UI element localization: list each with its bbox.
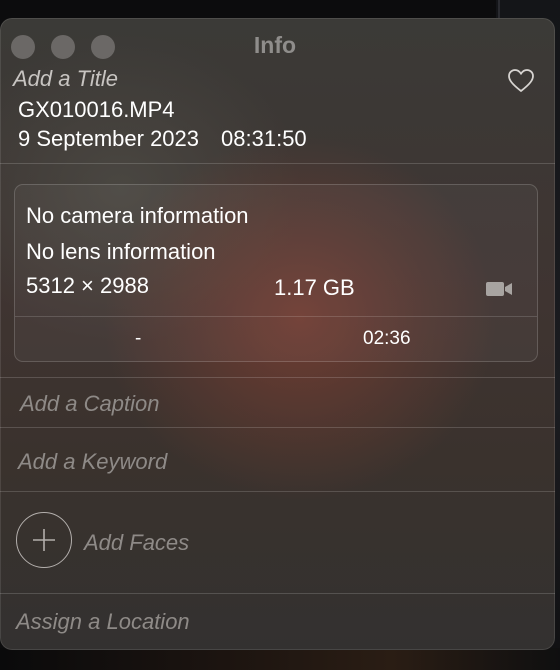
- divider: [0, 593, 555, 594]
- metadata-footer-left: -: [135, 328, 142, 349]
- capture-time: 08:31:50: [221, 126, 307, 151]
- metadata-card: No camera information No lens informatio…: [14, 184, 538, 362]
- file-name: GX010016.MP4: [18, 97, 175, 122]
- location-field[interactable]: Assign a Location: [16, 609, 190, 635]
- video-camera-icon: [486, 282, 512, 296]
- caption-field[interactable]: Add a Caption: [20, 391, 159, 417]
- divider: [0, 163, 555, 164]
- capture-date: 9 September 2023: [18, 126, 200, 151]
- keyword-field[interactable]: Add a Keyword: [18, 449, 167, 475]
- divider: [0, 377, 555, 378]
- video-duration: 02:36: [363, 328, 411, 349]
- capture-datetime: 9 September 2023 08:31:50: [18, 126, 307, 152]
- card-divider: [15, 316, 537, 317]
- file-size: 1.17 GB: [274, 275, 355, 300]
- plus-circle-icon[interactable]: [16, 512, 72, 568]
- window-title: Info: [253, 32, 297, 58]
- image-dimensions: 5312 × 2988: [26, 273, 149, 298]
- info-panel: Info Add a Title GX010016.MP4 9 Septembe…: [0, 18, 555, 650]
- add-faces-button[interactable]: Add Faces: [84, 530, 189, 556]
- background-strip: [0, 648, 560, 670]
- camera-info: No camera information: [26, 203, 249, 228]
- title-field[interactable]: Add a Title: [13, 66, 118, 92]
- divider: [0, 491, 555, 492]
- heart-icon[interactable]: [507, 68, 535, 94]
- divider: [0, 427, 555, 428]
- lens-info: No lens information: [26, 239, 216, 264]
